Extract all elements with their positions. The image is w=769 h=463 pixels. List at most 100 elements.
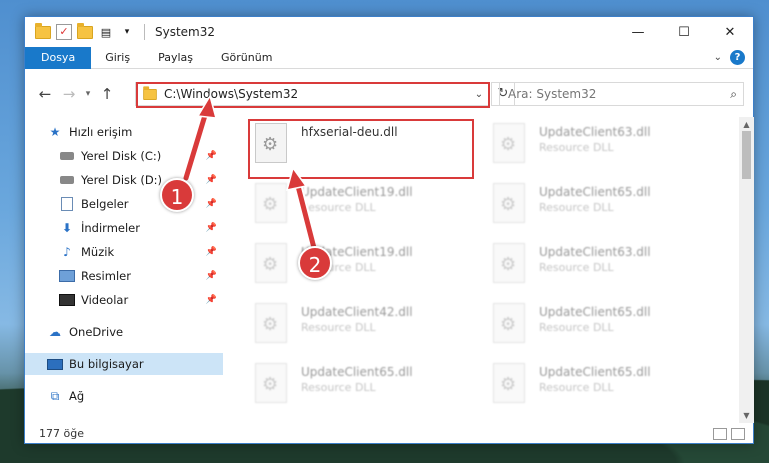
network-icon: ⧉ xyxy=(50,388,60,403)
sidebar-item-label: Videolar xyxy=(81,293,129,307)
folder-icon xyxy=(35,22,51,40)
pin-icon[interactable]: 📌 xyxy=(206,223,217,233)
file-item[interactable]: UpdateClient65.dll Resource DLL xyxy=(493,361,723,413)
window-title: System32 xyxy=(155,25,216,39)
pin-icon[interactable]: 📌 xyxy=(206,151,217,161)
tab-giris[interactable]: Giriş xyxy=(91,47,144,69)
recent-locations-chevron-icon[interactable]: ▾ xyxy=(81,89,95,99)
dll-file-icon xyxy=(255,183,287,223)
sidebar-item-label: Yerel Disk (D:) xyxy=(81,173,163,187)
up-arrow-icon[interactable]: ↑ xyxy=(95,85,119,103)
ribbon-right-controls: ⌄ ? xyxy=(714,50,753,65)
scrollbar-thumb[interactable] xyxy=(742,131,751,179)
dll-file-icon xyxy=(493,183,525,223)
sidebar-item-onedrive[interactable]: ☁ OneDrive xyxy=(25,321,223,343)
file-item[interactable]: UpdateClient42.dll Resource DLL xyxy=(255,301,485,353)
file-name: UpdateClient19.dll xyxy=(301,185,413,199)
step-1-callout: 1 xyxy=(160,178,194,212)
file-explorer-window: ✓ ▤ ▾ System32 — ☐ ✕ Dosya Giriş Paylaş … xyxy=(24,16,754,444)
tab-paylas[interactable]: Paylaş xyxy=(144,47,207,69)
videos-icon xyxy=(59,293,75,307)
sidebar-item-label: Bu bilgisayar xyxy=(69,357,144,371)
search-icon[interactable]: ⌕ xyxy=(730,87,737,102)
dll-file-icon xyxy=(493,123,525,163)
address-highlight-box xyxy=(136,82,490,108)
search-input[interactable] xyxy=(508,87,698,101)
file-item[interactable]: UpdateClient65.dll Resource DLL xyxy=(255,361,485,413)
new-folder-icon[interactable] xyxy=(77,22,93,40)
vertical-scrollbar[interactable]: ▲ ▼ xyxy=(739,117,754,423)
download-icon: ⬇ xyxy=(61,221,73,235)
properties-check-icon[interactable]: ✓ xyxy=(56,24,72,40)
file-type: Resource DLL xyxy=(301,381,376,394)
pin-icon[interactable]: 📌 xyxy=(206,199,217,209)
tab-gorunum[interactable]: Görünüm xyxy=(207,47,286,69)
file-item[interactable]: UpdateClient63.dll Resource DLL xyxy=(493,241,723,293)
file-item[interactable]: UpdateClient19.dll Resource DLL xyxy=(255,181,485,233)
drive-icon xyxy=(59,149,75,163)
sidebar-item-quick-access[interactable]: ★ Hızlı erişim xyxy=(25,121,223,143)
dll-file-icon xyxy=(493,243,525,283)
sidebar-item-videos[interactable]: Videolar 📌 xyxy=(25,289,223,311)
minimize-button[interactable]: — xyxy=(615,17,661,47)
sidebar-item-label: İndirmeler xyxy=(81,221,140,235)
file-item[interactable]: UpdateClient63.dll Resource DLL xyxy=(493,121,723,173)
file-name: UpdateClient42.dll xyxy=(301,305,413,319)
sidebar-item-network[interactable]: ⧉ Ağ xyxy=(25,385,223,407)
ribbon-tabs: Dosya Giriş Paylaş Görünüm ⌄ ? xyxy=(25,46,753,69)
pin-icon[interactable]: 📌 xyxy=(206,175,217,185)
sidebar-item-local-disk-d[interactable]: Yerel Disk (D:) 📌 xyxy=(25,169,223,191)
toolbar-separator xyxy=(144,24,145,40)
forward-arrow-icon[interactable]: → xyxy=(57,85,81,103)
file-item[interactable]: UpdateClient65.dll Resource DLL xyxy=(493,181,723,233)
sidebar-item-label: Müzik xyxy=(81,245,115,259)
expand-ribbon-chevron-icon[interactable]: ⌄ xyxy=(714,52,722,63)
file-type: Resource DLL xyxy=(539,321,614,334)
step-2-callout: 2 xyxy=(298,246,332,280)
pin-icon[interactable]: 📌 xyxy=(206,271,217,281)
file-name: UpdateClient65.dll xyxy=(301,365,413,379)
cloud-icon: ☁ xyxy=(49,325,61,339)
sidebar-item-downloads[interactable]: ⬇ İndirmeler 📌 xyxy=(25,217,223,239)
sidebar-item-label: OneDrive xyxy=(69,325,124,339)
maximize-button[interactable]: ☐ xyxy=(661,17,707,47)
help-icon[interactable]: ? xyxy=(730,50,745,65)
file-item[interactable]: UpdateClient19.dll Resource DLL xyxy=(255,241,485,293)
file-type: Resource DLL xyxy=(539,261,614,274)
file-type: Resource DLL xyxy=(301,201,376,214)
sidebar-item-music[interactable]: ♪ Müzik 📌 xyxy=(25,241,223,263)
toolbar-dropdown-icon[interactable]: ▾ xyxy=(119,24,135,40)
dll-file-icon xyxy=(493,303,525,343)
dll-file-icon xyxy=(255,303,287,343)
pin-icon[interactable]: 📌 xyxy=(206,295,217,305)
search-box[interactable]: ⌕ xyxy=(499,82,744,106)
file-type: Resource DLL xyxy=(539,141,614,154)
details-view-icon[interactable] xyxy=(713,427,727,440)
file-highlight-box xyxy=(248,119,474,179)
sidebar-item-this-pc[interactable]: Bu bilgisayar xyxy=(25,353,223,375)
star-icon: ★ xyxy=(49,125,61,139)
file-name: UpdateClient63.dll xyxy=(539,245,651,259)
scroll-down-icon[interactable]: ▼ xyxy=(739,408,754,423)
item-count: 177 öğe xyxy=(39,427,84,440)
music-icon: ♪ xyxy=(63,245,71,259)
sidebar-item-label: Resimler xyxy=(81,269,131,283)
navigation-pane: ★ Hızlı erişim Yerel Disk (C:) 📌 Yerel D… xyxy=(25,119,223,419)
quick-access-toolbar: ✓ ▤ ▾ xyxy=(25,22,149,40)
sidebar-item-pictures[interactable]: Resimler 📌 xyxy=(25,265,223,287)
sidebar-item-label: Belgeler xyxy=(81,197,129,211)
file-name: UpdateClient63.dll xyxy=(539,125,651,139)
view-switcher xyxy=(713,427,753,440)
file-item[interactable]: UpdateClient65.dll Resource DLL xyxy=(493,301,723,353)
back-arrow-icon[interactable]: ← xyxy=(33,85,57,103)
file-name: UpdateClient65.dll xyxy=(539,365,651,379)
sidebar-item-local-disk-c[interactable]: Yerel Disk (C:) 📌 xyxy=(25,145,223,167)
sidebar-item-label: Hızlı erişim xyxy=(69,125,133,139)
large-icons-view-icon[interactable] xyxy=(731,427,745,440)
pin-icon[interactable]: 📌 xyxy=(206,247,217,257)
tab-dosya[interactable]: Dosya xyxy=(25,46,92,69)
close-button[interactable]: ✕ xyxy=(707,17,753,47)
scroll-up-icon[interactable]: ▲ xyxy=(739,117,754,132)
status-bar: 177 öğe xyxy=(25,423,753,444)
customize-toolbar-icon[interactable]: ▤ xyxy=(98,24,114,40)
